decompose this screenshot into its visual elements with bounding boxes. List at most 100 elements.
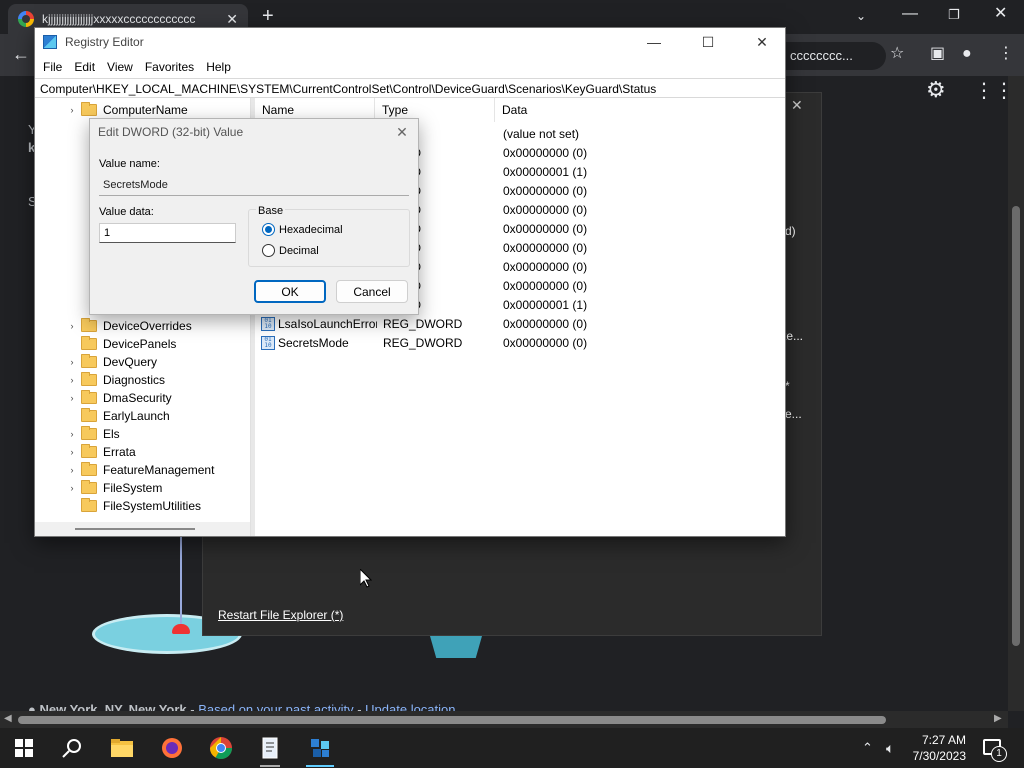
- google-footer: ● New York, NY, New York - Based on your…: [28, 702, 456, 711]
- address-bar[interactable]: Computer\HKEY_LOCAL_MACHINE\SYSTEM\Curre…: [35, 78, 785, 98]
- chevron-right-icon[interactable]: ›: [67, 447, 77, 457]
- chevron-right-icon[interactable]: ›: [67, 375, 77, 385]
- omnibox[interactable]: cccccccc...: [786, 42, 886, 70]
- close-icon[interactable]: ✕: [226, 11, 238, 28]
- folder-icon: [81, 408, 97, 422]
- kebab-menu-icon[interactable]: ⋮: [998, 46, 1014, 62]
- scroll-left-icon[interactable]: ◀: [4, 713, 12, 724]
- tab-search-icon[interactable]: ⌄: [856, 8, 866, 24]
- tree-item[interactable]: › Diagnostics: [67, 371, 165, 389]
- folder-icon: [81, 102, 97, 116]
- gear-icon[interactable]: ⚙: [926, 79, 946, 101]
- scroll-thumb[interactable]: [18, 716, 886, 724]
- notepad-icon[interactable]: [258, 736, 282, 760]
- footer-location: New York, NY, New York: [39, 702, 187, 711]
- tree-item[interactable]: › FileSystem: [67, 479, 162, 497]
- chrome-icon[interactable]: [209, 736, 233, 760]
- table-row[interactable]: 01 10 LsaIsoLaunchError REG_DWORD 0x00000000…: [255, 314, 587, 333]
- menu-view[interactable]: View: [101, 60, 139, 74]
- close-icon[interactable]: ✕: [739, 28, 785, 56]
- footer-activity-link[interactable]: Based on your past activity: [198, 702, 353, 711]
- folder-icon: [81, 336, 97, 350]
- menu-favorites[interactable]: Favorites: [139, 60, 200, 74]
- active-app-underline: [260, 765, 280, 767]
- tray-date: 7/30/2023: [912, 749, 966, 763]
- close-icon[interactable]: ✕: [392, 122, 412, 142]
- tree-item[interactable]: › FeatureManagement: [67, 461, 214, 479]
- file-explorer-icon[interactable]: [110, 736, 134, 760]
- chevron-right-icon[interactable]: ›: [67, 465, 77, 475]
- radio-selected-icon[interactable]: [262, 223, 275, 236]
- value-name-field[interactable]: SecretsMode: [99, 175, 409, 196]
- mouse-cursor-icon: [360, 569, 372, 588]
- google-g-icon: [18, 11, 34, 27]
- menu-help[interactable]: Help: [200, 60, 237, 74]
- horizontal-scrollbar[interactable]: ◀ ▶: [0, 711, 1008, 728]
- profile-icon[interactable]: ●: [962, 46, 972, 62]
- notification-badge: 1: [991, 746, 1007, 762]
- minimize-icon[interactable]: —: [631, 28, 677, 56]
- close-icon[interactable]: ✕: [791, 97, 803, 114]
- ok-button[interactable]: OK: [254, 280, 326, 303]
- chevron-up-icon[interactable]: ⌃: [862, 740, 873, 756]
- windows-start-icon[interactable]: [12, 736, 36, 760]
- radio-unselected-icon[interactable]: [262, 244, 275, 257]
- firefox-icon[interactable]: [160, 736, 184, 760]
- tray-time: 7:27 AM: [921, 733, 966, 747]
- volume-icon[interactable]: 🔈︎: [886, 740, 894, 756]
- tree-item[interactable]: › Els: [67, 425, 120, 443]
- side-panel-icon[interactable]: ▣: [930, 46, 945, 62]
- scroll-right-icon[interactable]: ▶: [994, 713, 1002, 724]
- apps-grid-icon[interactable]: ⋮⋮: [974, 81, 1008, 101]
- menu-edit[interactable]: Edit: [68, 60, 101, 74]
- tree-item[interactable]: EarlyLaunch: [67, 407, 170, 425]
- tree-item[interactable]: DevicePanels: [67, 335, 176, 353]
- title-bar[interactable]: Registry Editor — ☐ ✕: [35, 28, 785, 56]
- cancel-button[interactable]: Cancel: [336, 280, 408, 303]
- tree-item[interactable]: › ComputerName: [67, 101, 188, 119]
- chevron-right-icon[interactable]: ›: [67, 357, 77, 367]
- value-data-input[interactable]: 1: [99, 223, 236, 243]
- tree-horizontal-scrollbar[interactable]: [35, 522, 250, 536]
- tree-item[interactable]: › DeviceOverrides: [67, 317, 192, 335]
- folder-icon: [81, 426, 97, 440]
- panel-text-fragment: d): [785, 224, 796, 238]
- chevron-right-icon[interactable]: ›: [67, 429, 77, 439]
- maximize-icon[interactable]: ☐: [685, 28, 731, 56]
- table-row[interactable]: 01 10 SecretsMode REG_DWORD 0x00000000 (0): [255, 333, 587, 352]
- tree-item[interactable]: › Errata: [67, 443, 136, 461]
- tree-item[interactable]: FileSystemUtilities: [67, 497, 201, 515]
- tree-item[interactable]: › DevQuery: [67, 353, 157, 371]
- registry-editor-icon[interactable]: [308, 736, 332, 760]
- hexadecimal-radio[interactable]: Hexadecimal: [262, 223, 343, 236]
- restore-icon[interactable]: ❐: [948, 7, 960, 23]
- search-icon[interactable]: [60, 736, 84, 760]
- menu-file[interactable]: File: [37, 60, 68, 74]
- panel-text-fragment: te...: [783, 329, 804, 343]
- minimize-icon[interactable]: —: [902, 6, 918, 22]
- clock[interactable]: 7:27 AM 7/30/2023: [913, 732, 966, 764]
- chevron-right-icon[interactable]: ›: [67, 105, 77, 115]
- dialog-title: Edit DWORD (32-bit) Value: [98, 125, 244, 139]
- close-window-icon[interactable]: ✕: [994, 6, 1007, 22]
- tab-title: kjjjjjjjjjjjjjjjjjxxxxxcccccccccccc: [42, 12, 196, 26]
- chevron-right-icon[interactable]: ›: [67, 321, 77, 331]
- decimal-radio[interactable]: Decimal: [262, 244, 319, 257]
- illustration-stick: [180, 536, 182, 632]
- folder-icon: [81, 480, 97, 494]
- column-data[interactable]: Data: [495, 98, 785, 122]
- restart-explorer-link[interactable]: Restart File Explorer (*): [218, 608, 343, 622]
- arrow-left-icon[interactable]: ←: [12, 45, 30, 63]
- scroll-thumb[interactable]: [1012, 206, 1020, 646]
- tree-item[interactable]: › DmaSecurity: [67, 389, 172, 407]
- vertical-scrollbar[interactable]: [1008, 76, 1024, 711]
- folder-icon: [81, 354, 97, 368]
- new-tab-button[interactable]: +: [262, 6, 274, 26]
- chevron-right-icon[interactable]: ›: [67, 483, 77, 493]
- chevron-right-icon[interactable]: ›: [67, 393, 77, 403]
- illustration-bucket: [430, 636, 482, 658]
- update-location-link[interactable]: Update location: [365, 702, 455, 711]
- folder-icon: [81, 498, 97, 512]
- star-icon[interactable]: ☆: [890, 46, 904, 62]
- scroll-thumb[interactable]: [75, 528, 195, 530]
